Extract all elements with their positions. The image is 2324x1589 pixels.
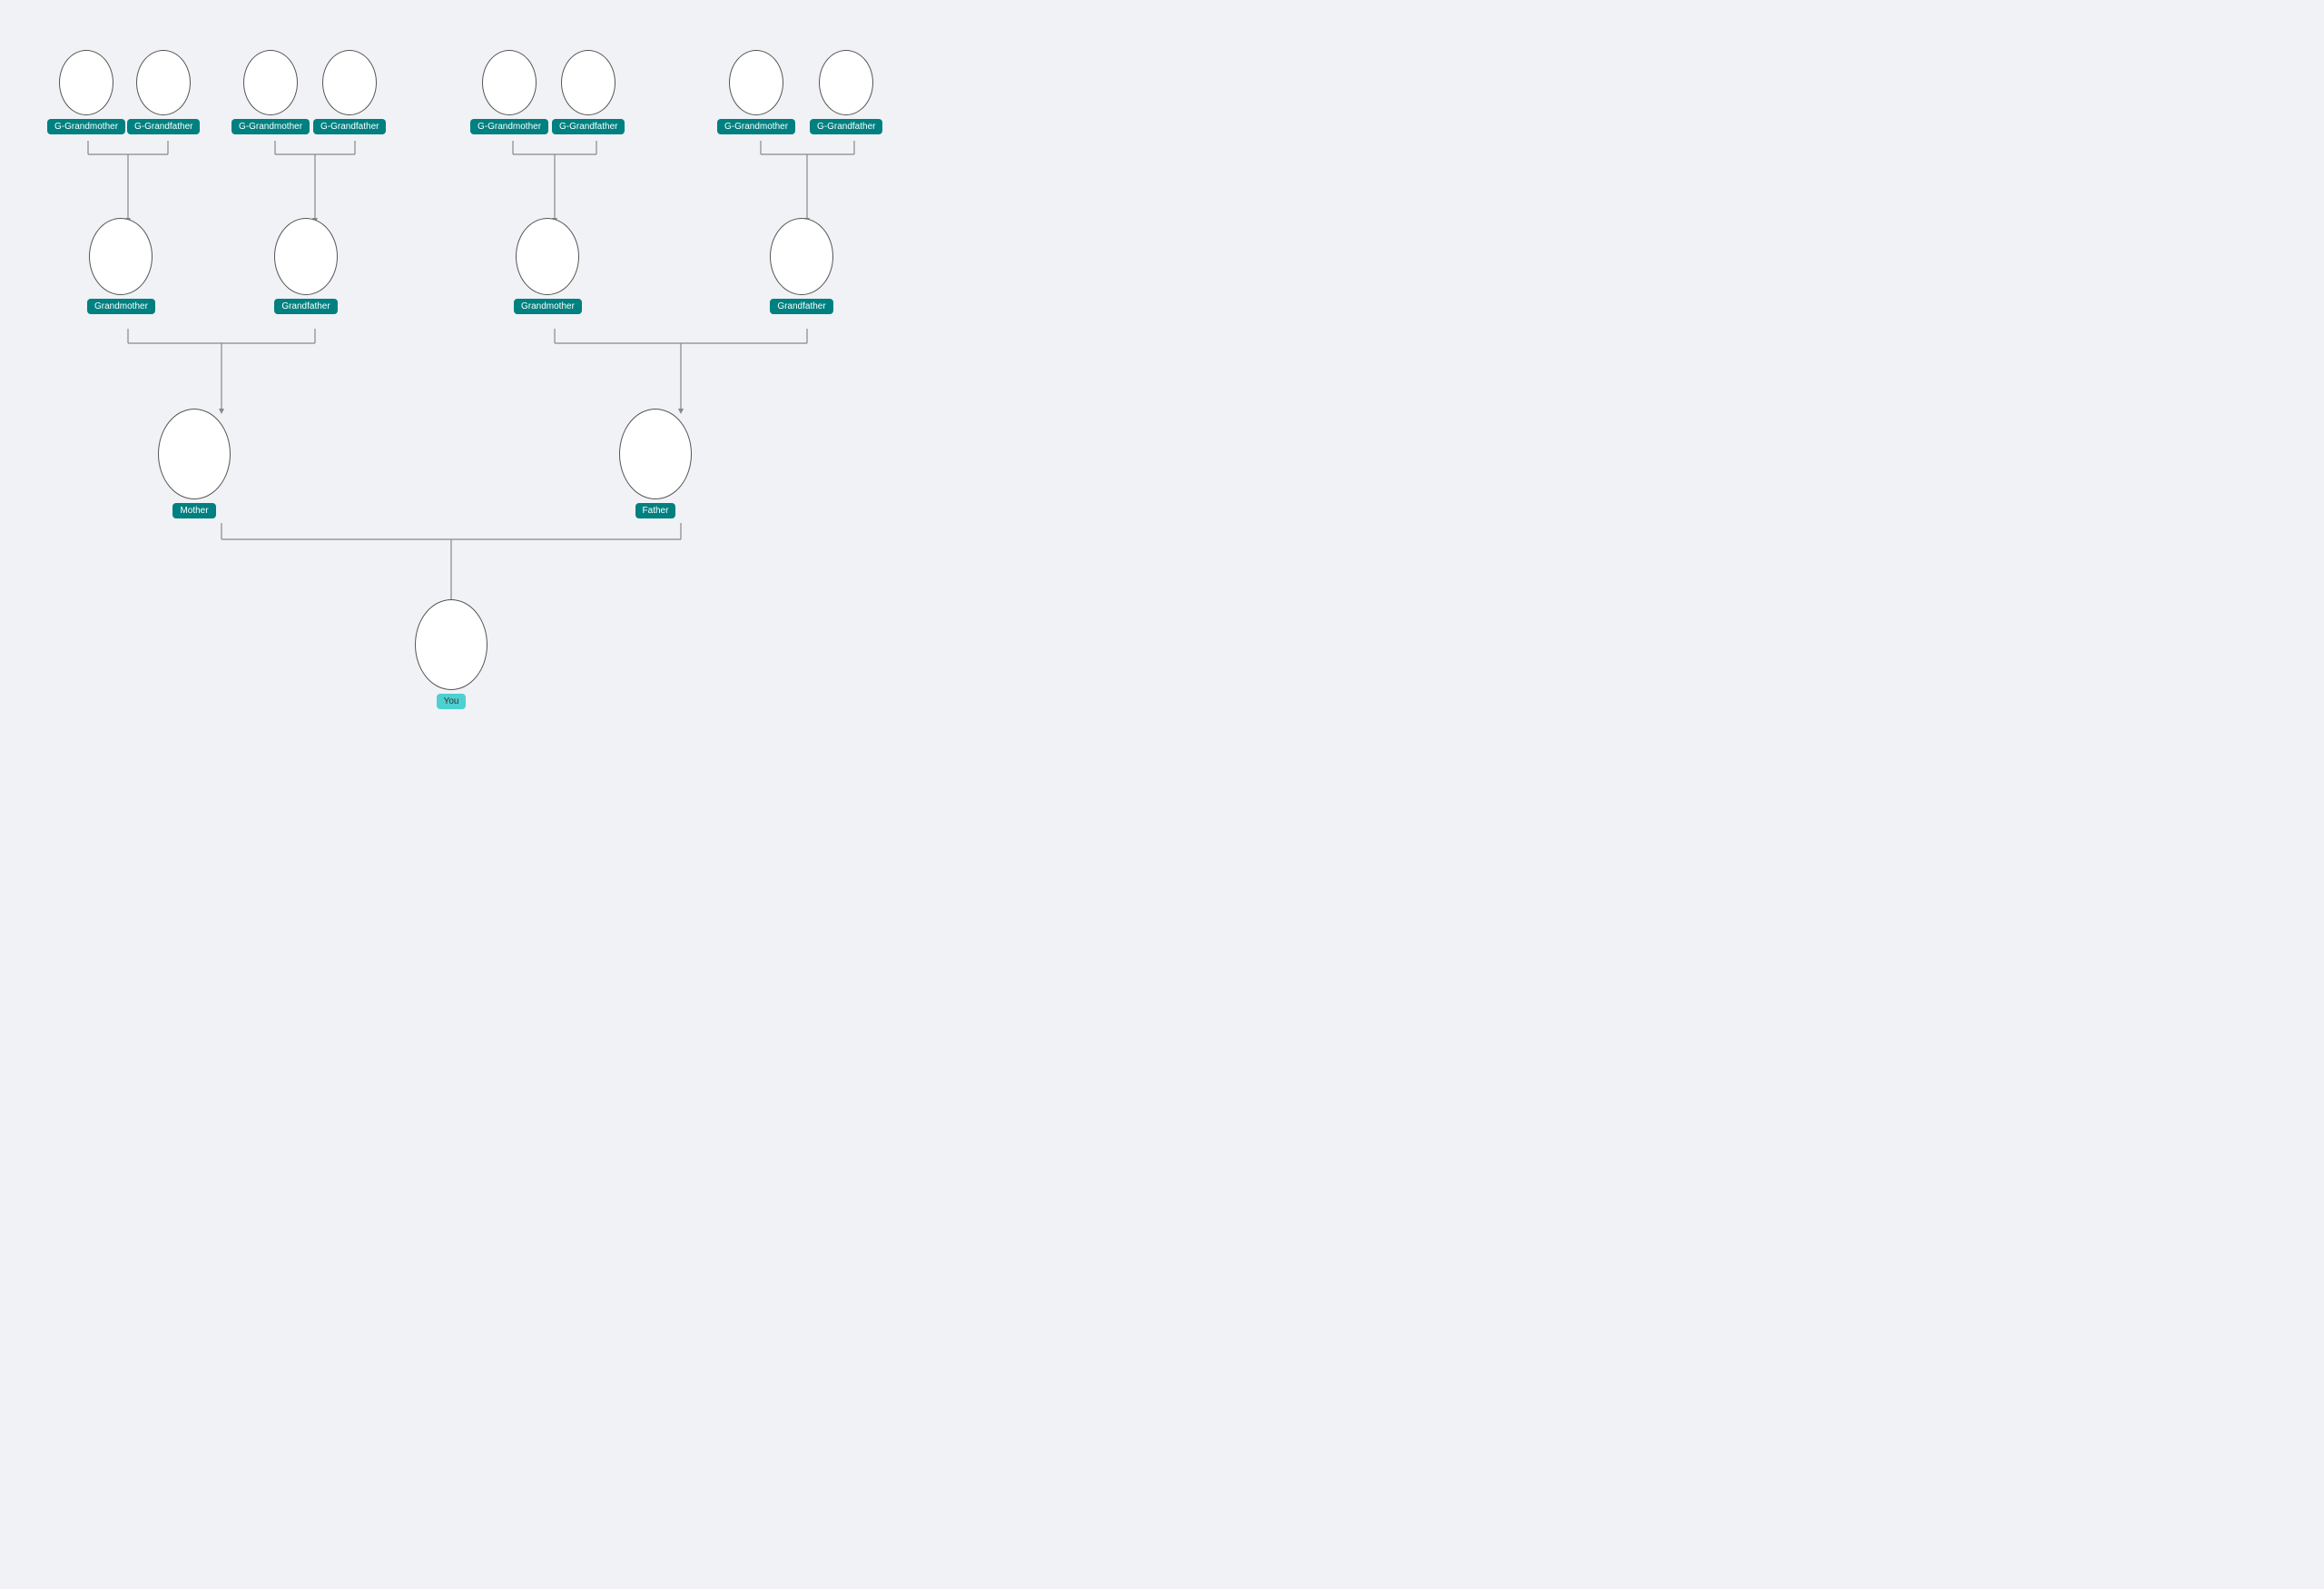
node-mother[interactable]: Mother (158, 409, 231, 518)
avatar-gg6 (561, 50, 615, 115)
node-gg3[interactable]: G-Grandmother (231, 50, 310, 134)
avatar-gg7 (729, 50, 783, 115)
label-gg4: G-Grandfather (313, 119, 386, 134)
label-gg2: G-Grandfather (127, 119, 200, 134)
node-gg5[interactable]: G-Grandmother (470, 50, 548, 134)
avatar-grandfather1 (274, 218, 338, 295)
avatar-you (415, 599, 487, 690)
avatar-grandfather2 (770, 218, 833, 295)
label-you: You (437, 694, 467, 709)
label-gg5: G-Grandmother (470, 119, 548, 134)
avatar-gg8 (819, 50, 873, 115)
label-gg6: G-Grandfather (552, 119, 625, 134)
avatar-grandmother2 (516, 218, 579, 295)
label-mother: Mother (172, 503, 215, 518)
avatar-gg2 (136, 50, 191, 115)
label-father: Father (635, 503, 676, 518)
label-gg8: G-Grandfather (810, 119, 882, 134)
node-gg2[interactable]: G-Grandfather (127, 50, 200, 134)
node-grandfather2[interactable]: Grandfather (770, 218, 833, 314)
avatar-gg3 (243, 50, 298, 115)
node-grandfather1[interactable]: Grandfather (274, 218, 338, 314)
node-gg8[interactable]: G-Grandfather (810, 50, 882, 134)
node-father[interactable]: Father (619, 409, 692, 518)
node-grandmother1[interactable]: Grandmother (87, 218, 155, 314)
node-gg1[interactable]: G-Grandmother (47, 50, 125, 134)
label-gg1: G-Grandmother (47, 119, 125, 134)
avatar-father (619, 409, 692, 499)
label-grandfather1: Grandfather (274, 299, 337, 314)
node-gg4[interactable]: G-Grandfather (313, 50, 386, 134)
avatar-gg1 (59, 50, 113, 115)
avatar-mother (158, 409, 231, 499)
avatar-grandmother1 (89, 218, 153, 295)
node-grandmother2[interactable]: Grandmother (514, 218, 582, 314)
node-gg6[interactable]: G-Grandfather (552, 50, 625, 134)
label-gg3: G-Grandmother (231, 119, 310, 134)
family-tree: G-Grandmother G-Grandfather G-Grandmothe… (0, 0, 1162, 794)
label-grandfather2: Grandfather (770, 299, 832, 314)
node-gg7[interactable]: G-Grandmother (717, 50, 795, 134)
label-grandmother1: Grandmother (87, 299, 155, 314)
avatar-gg4 (322, 50, 377, 115)
avatar-gg5 (482, 50, 537, 115)
label-grandmother2: Grandmother (514, 299, 582, 314)
node-you[interactable]: You (415, 599, 487, 709)
label-gg7: G-Grandmother (717, 119, 795, 134)
